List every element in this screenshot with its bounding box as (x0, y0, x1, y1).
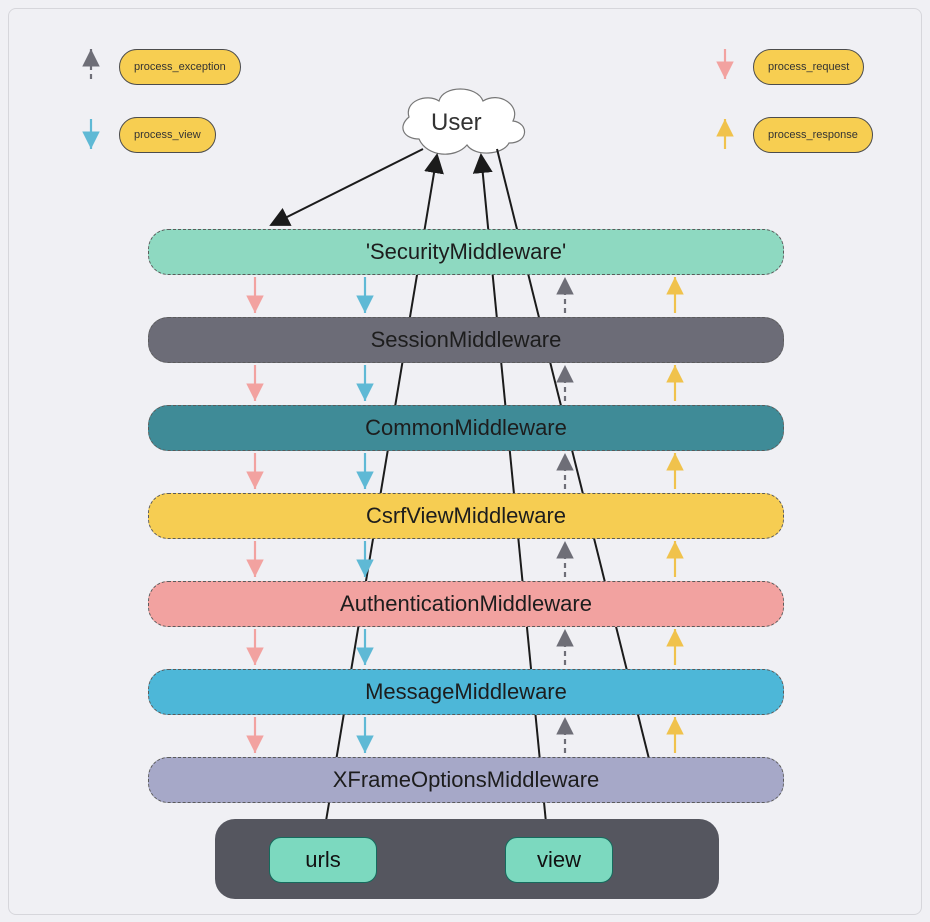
legend-pill-exception: process_exception (119, 49, 241, 85)
legend-pill-request: process_request (753, 49, 864, 85)
user-label: User (431, 109, 482, 137)
middleware-bar-3: CsrfViewMiddleware (148, 493, 784, 539)
middleware-bar-0: 'SecurityMiddleware' (148, 229, 784, 275)
middleware-bar-2: CommonMiddleware (148, 405, 784, 451)
legend-pill-response: process_response (753, 117, 873, 153)
diagram-canvas: process_exception process_view process_r… (8, 8, 922, 915)
legend-pill-view: process_view (119, 117, 216, 153)
middleware-bar-6: XFrameOptionsMiddleware (148, 757, 784, 803)
middleware-bar-1: SessionMiddleware (148, 317, 784, 363)
urls-capsule: urls (269, 837, 377, 883)
middleware-bar-4: AuthenticationMiddleware (148, 581, 784, 627)
view-capsule: view (505, 837, 613, 883)
router-view-box: urls view (215, 819, 719, 899)
middleware-bar-5: MessageMiddleware (148, 669, 784, 715)
arrow-user-to-security (271, 149, 423, 225)
